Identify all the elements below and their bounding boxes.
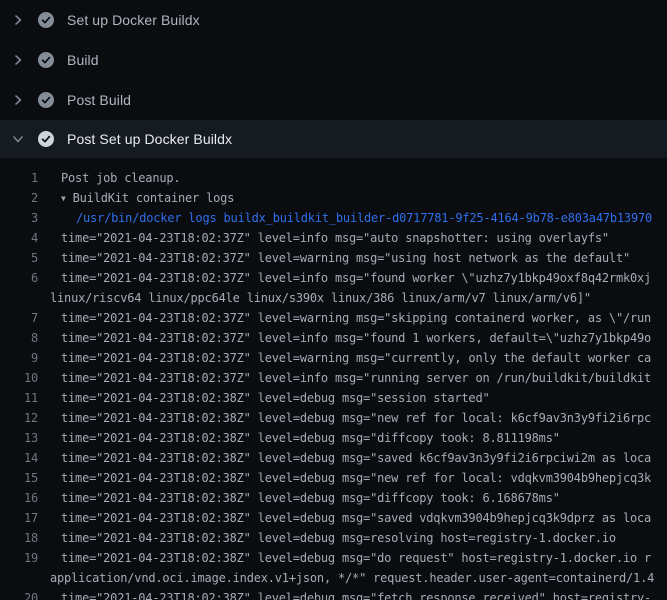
check-circle-icon: [38, 131, 54, 147]
step-label: Post Set up Docker Buildx: [67, 131, 232, 147]
command-text: /usr/bin/docker logs buildx_buildkit_bui…: [38, 208, 667, 228]
log-line: 12time="2021-04-23T18:02:38Z" level=debu…: [0, 408, 667, 428]
log-text: time="2021-04-23T18:02:37Z" level=info m…: [38, 268, 667, 288]
log-line: 6time="2021-04-23T18:02:37Z" level=info …: [0, 268, 667, 288]
log-group-label: BuildKit container logs: [73, 191, 235, 205]
log-line: 7time="2021-04-23T18:02:37Z" level=warni…: [0, 308, 667, 328]
triangle-down-icon: ▼: [61, 189, 66, 208]
log-line: 2 ▼ BuildKit container logs: [0, 188, 667, 208]
line-number[interactable]: 7: [0, 308, 38, 328]
log-text: time="2021-04-23T18:02:38Z" level=debug …: [38, 588, 667, 600]
line-number[interactable]: 11: [0, 388, 38, 408]
log-text: time="2021-04-23T18:02:38Z" level=debug …: [38, 408, 667, 428]
log-line: 17time="2021-04-23T18:02:38Z" level=debu…: [0, 508, 667, 528]
log-line: 11time="2021-04-23T18:02:38Z" level=debu…: [0, 388, 667, 408]
line-number[interactable]: 15: [0, 468, 38, 488]
line-number[interactable]: 10: [0, 368, 38, 388]
log-text: time="2021-04-23T18:02:38Z" level=debug …: [38, 428, 667, 448]
log-text: time="2021-04-23T18:02:37Z" level=info m…: [38, 368, 667, 388]
log-group-toggle[interactable]: ▼ BuildKit container logs: [38, 188, 667, 208]
line-number[interactable]: 2: [0, 188, 38, 208]
log-line: 15time="2021-04-23T18:02:38Z" level=debu…: [0, 468, 667, 488]
log-line: 20time="2021-04-23T18:02:38Z" level=debu…: [0, 588, 667, 600]
log-line: 19time="2021-04-23T18:02:38Z" level=debu…: [0, 548, 667, 568]
log-text: time="2021-04-23T18:02:38Z" level=debug …: [38, 508, 667, 528]
log-line: 9time="2021-04-23T18:02:37Z" level=warni…: [0, 348, 667, 368]
step-label: Post Build: [67, 92, 131, 108]
log-text: linux/riscv64 linux/ppc64le linux/s390x …: [38, 288, 667, 308]
line-number[interactable]: 13: [0, 428, 38, 448]
line-number[interactable]: 9: [0, 348, 38, 368]
log-text: time="2021-04-23T18:02:38Z" level=debug …: [38, 548, 667, 568]
line-number[interactable]: 17: [0, 508, 38, 528]
log-text: time="2021-04-23T18:02:37Z" level=warnin…: [38, 248, 667, 268]
line-number: [0, 568, 38, 588]
line-number: [0, 288, 38, 308]
line-number[interactable]: 16: [0, 488, 38, 508]
line-number[interactable]: 8: [0, 328, 38, 348]
chevron-right-icon: [12, 54, 24, 66]
line-number[interactable]: 6: [0, 268, 38, 288]
chevron-right-icon: [12, 14, 24, 26]
log-area: 1Post job cleanup.2 ▼ BuildKit container l…: [0, 158, 667, 600]
chevron-down-icon: [12, 133, 24, 145]
log-line: 18time="2021-04-23T18:02:38Z" level=debu…: [0, 528, 667, 548]
log-text: time="2021-04-23T18:02:38Z" level=debug …: [38, 388, 667, 408]
log-line: 10time="2021-04-23T18:02:37Z" level=info…: [0, 368, 667, 388]
log-text: application/vnd.oci.image.index.v1+json,…: [38, 568, 667, 588]
chevron-right-icon: [12, 94, 24, 106]
line-number[interactable]: 12: [0, 408, 38, 428]
log-text: time="2021-04-23T18:02:38Z" level=debug …: [38, 528, 667, 548]
step-row-build[interactable]: Build: [0, 40, 667, 80]
steps-list: Set up Docker Buildx Build Post Build Po…: [0, 0, 667, 158]
log-line: 14time="2021-04-23T18:02:38Z" level=debu…: [0, 448, 667, 468]
log-text: time="2021-04-23T18:02:37Z" level=info m…: [38, 328, 667, 348]
step-row-set-up-docker-buildx[interactable]: Set up Docker Buildx: [0, 0, 667, 40]
line-number[interactable]: 1: [0, 168, 38, 188]
check-circle-icon: [38, 52, 54, 68]
log-line: 1Post job cleanup.: [0, 168, 667, 188]
line-number[interactable]: 18: [0, 528, 38, 548]
log-text: time="2021-04-23T18:02:37Z" level=warnin…: [38, 348, 667, 368]
log-line: application/vnd.oci.image.index.v1+json,…: [0, 568, 667, 588]
log-line: 4time="2021-04-23T18:02:37Z" level=info …: [0, 228, 667, 248]
line-number[interactable]: 4: [0, 228, 38, 248]
line-number[interactable]: 5: [0, 248, 38, 268]
log-line: 8time="2021-04-23T18:02:37Z" level=info …: [0, 328, 667, 348]
log-text: time="2021-04-23T18:02:37Z" level=info m…: [38, 228, 667, 248]
log-line: 3/usr/bin/docker logs buildx_buildkit_bu…: [0, 208, 667, 228]
check-circle-icon: [38, 92, 54, 108]
log-line: linux/riscv64 linux/ppc64le linux/s390x …: [0, 288, 667, 308]
log-line: 5time="2021-04-23T18:02:37Z" level=warni…: [0, 248, 667, 268]
line-number[interactable]: 3: [0, 208, 38, 228]
step-label: Build: [67, 52, 99, 68]
log-line: 16time="2021-04-23T18:02:38Z" level=debu…: [0, 488, 667, 508]
step-row-post-build[interactable]: Post Build: [0, 80, 667, 120]
line-number[interactable]: 14: [0, 448, 38, 468]
line-number[interactable]: 20: [0, 588, 38, 600]
step-row-post-set-up-docker-buildx[interactable]: Post Set up Docker Buildx: [0, 120, 667, 158]
step-label: Set up Docker Buildx: [67, 12, 200, 28]
log-text: time="2021-04-23T18:02:38Z" level=debug …: [38, 448, 667, 468]
check-circle-icon: [38, 12, 54, 28]
line-number[interactable]: 19: [0, 548, 38, 568]
log-text: Post job cleanup.: [38, 168, 667, 188]
log-line: 13time="2021-04-23T18:02:38Z" level=debu…: [0, 428, 667, 448]
log-text: time="2021-04-23T18:02:38Z" level=debug …: [38, 488, 667, 508]
log-text: time="2021-04-23T18:02:38Z" level=debug …: [38, 468, 667, 488]
log-text: time="2021-04-23T18:02:37Z" level=warnin…: [38, 308, 667, 328]
actions-log-viewer: Set up Docker Buildx Build Post Build Po…: [0, 0, 667, 600]
